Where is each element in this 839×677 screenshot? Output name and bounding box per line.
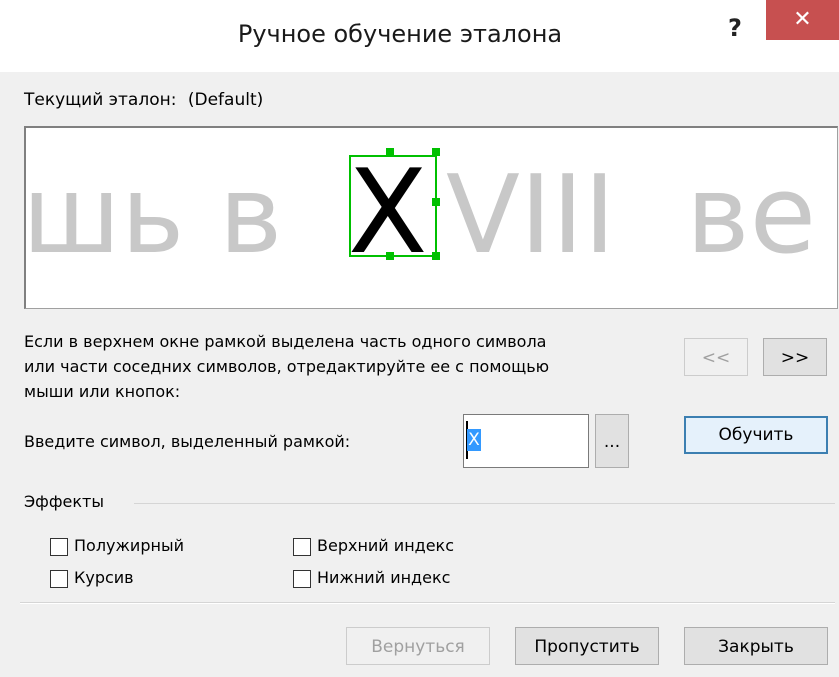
current-pattern-caption: Текущий эталон: [24, 90, 177, 110]
preview-left-text: шь в [26, 153, 282, 278]
preview-right-text: VIII [446, 153, 615, 278]
close-window-button[interactable]: ✕ [766, 0, 839, 40]
close-button[interactable]: Закрыть [684, 627, 828, 665]
preview-tail-text: ве [686, 153, 816, 278]
current-pattern-label: Текущий эталон: (Default) [24, 90, 263, 110]
resize-handle-bottom-right[interactable] [432, 252, 440, 260]
symbol-input-label: Введите символ, выделенный рамкой: [24, 432, 351, 451]
resize-handle-bottom[interactable] [386, 252, 394, 260]
subscript-checkbox[interactable] [293, 570, 311, 588]
instruction-line-2: или части соседних символов, отредактиру… [24, 357, 550, 376]
superscript-checkbox[interactable] [293, 538, 311, 556]
browse-symbol-button[interactable]: ... [595, 414, 629, 468]
italic-checkbox[interactable] [50, 570, 68, 588]
title-bar: Ручное обучение эталона ? ✕ [0, 0, 839, 72]
superscript-checkbox-label[interactable]: Верхний индекс [317, 536, 454, 555]
bold-checkbox[interactable] [50, 538, 68, 556]
symbol-input[interactable]: X [463, 414, 589, 468]
symbol-input-value: X [467, 429, 481, 451]
resize-handle-right[interactable] [432, 198, 440, 206]
instruction-line-3: мыши или кнопок: [24, 382, 181, 401]
training-dialog: Ручное обучение эталона ? ✕ Текущий этал… [0, 0, 839, 677]
effects-group-line [134, 503, 835, 504]
bold-checkbox-label[interactable]: Полужирный [74, 536, 184, 555]
previous-button[interactable]: << [684, 338, 748, 376]
resize-handle-top[interactable] [386, 148, 394, 156]
skip-button[interactable]: Пропустить [515, 627, 659, 665]
footer-separator [20, 602, 835, 604]
effects-group-label: Эффекты [24, 492, 104, 511]
preview-canvas[interactable]: шь в X VIII ве [24, 126, 838, 309]
current-pattern-value: (Default) [187, 90, 264, 110]
subscript-checkbox-label[interactable]: Нижний индекс [317, 568, 450, 587]
back-button[interactable]: Вернуться [346, 627, 490, 665]
instruction-line-1: Если в верхнем окне рамкой выделена част… [24, 332, 547, 351]
next-button[interactable]: >> [763, 338, 827, 376]
italic-checkbox-label[interactable]: Курсив [74, 568, 134, 587]
train-button[interactable]: Обучить [684, 416, 828, 454]
resize-handle-top-right[interactable] [432, 148, 440, 156]
dialog-title: Ручное обучение эталона [237, 20, 563, 48]
help-button[interactable]: ? [715, 8, 755, 48]
